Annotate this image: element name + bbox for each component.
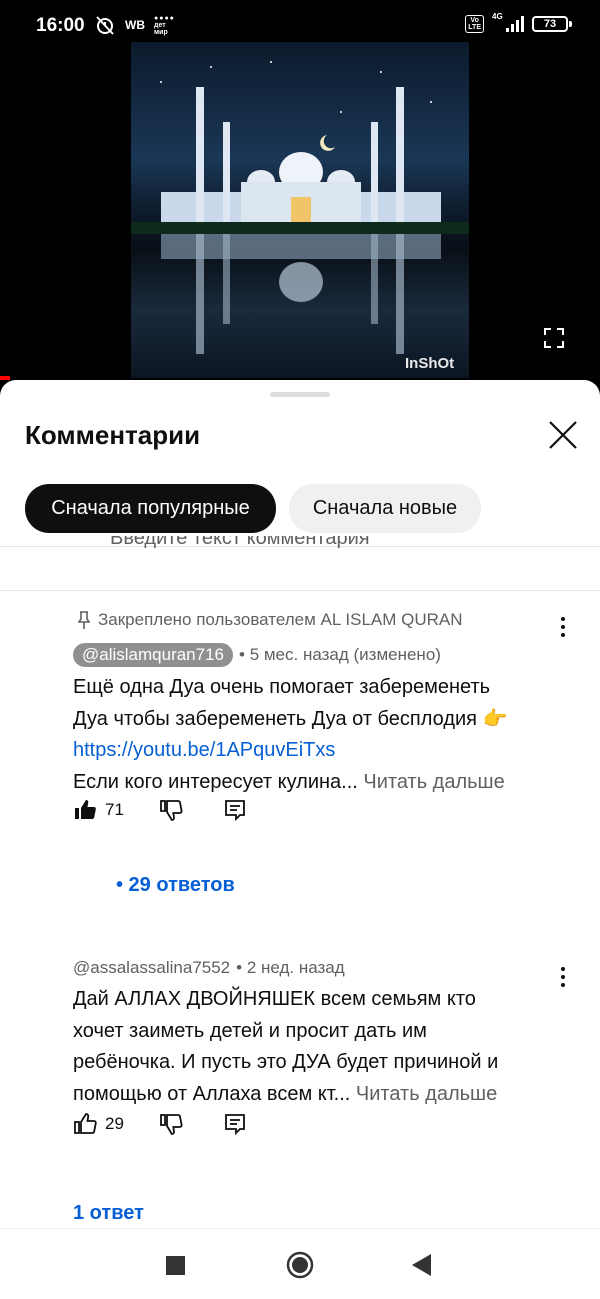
comment-meta: @alislamquran716 • 5 мес. назад (изменен…: [73, 643, 441, 667]
divider: [0, 590, 600, 591]
reply-icon[interactable]: [223, 798, 247, 822]
close-icon: [549, 421, 577, 449]
video-thumbnail: InShOt: [131, 42, 469, 378]
video-player[interactable]: InShOt: [0, 42, 600, 380]
comment-text: Дай АЛЛАХ ДВОЙНЯШЕК всем семьям кто хоче…: [73, 984, 563, 1110]
comment-text-line: хочет заиметь детей и просит дать им: [73, 1019, 427, 1042]
like-filled-icon[interactable]: [73, 798, 97, 822]
volte-text-1: Vo: [470, 17, 479, 24]
comment-text-line: Если кого интересует кулина...: [73, 770, 358, 793]
system-nav-bar: [0, 1228, 600, 1299]
detmir-text-1: дет: [154, 21, 166, 29]
comment-text-line: помощью от Аллаха всем кт...: [73, 1082, 351, 1105]
comment-text: Ещё одна Дуа очень помогает забеременеть…: [73, 672, 563, 798]
read-more-button[interactable]: Читать дальше: [363, 771, 504, 793]
like-icon[interactable]: [73, 1112, 97, 1136]
network-type: 4G: [492, 12, 503, 21]
battery-icon: 73: [532, 16, 572, 32]
close-button[interactable]: [544, 416, 582, 454]
reply-icon[interactable]: [223, 1112, 247, 1136]
comment-input-placeholder: Введите текст комментария: [110, 536, 370, 549]
comment-menu-button[interactable]: [553, 614, 573, 640]
like-count: 29: [105, 1114, 124, 1133]
comment-text-line: Дуа чтобы забеременеть Дуа от бесплодия …: [73, 707, 508, 730]
pinned-label: Закреплено пользователем AL ISLAM QURAN: [78, 610, 463, 630]
filter-popular-chip[interactable]: Сначала популярные: [25, 484, 276, 533]
pinned-text: Закреплено пользователем AL ISLAM QURAN: [98, 610, 463, 629]
comment-author[interactable]: @alislamquran716: [73, 643, 234, 667]
pin-icon: [78, 611, 90, 629]
video-progress-bar[interactable]: [0, 376, 10, 380]
replies-button[interactable]: • 29 ответов: [116, 874, 235, 897]
dislike-icon[interactable]: [159, 798, 183, 822]
wb-app-icon: WB: [125, 18, 145, 32]
comment-author[interactable]: @assalassalina7552: [73, 958, 230, 978]
comments-sheet: Комментарии Сначала популярные Сначала н…: [0, 380, 600, 1299]
recents-icon[interactable]: [166, 1256, 185, 1275]
comment-time: • 5 мес. назад (изменено): [239, 645, 441, 664]
comment-meta: @assalassalina7552 • 2 нед. назад: [73, 958, 345, 978]
detmir-app-icon: ●●●● дет мир: [154, 14, 175, 36]
comment-input[interactable]: Введите текст комментария: [110, 536, 370, 556]
comment-text-line: ребёночка. И пусть это ДУА будет причино…: [73, 1051, 499, 1073]
status-right-icons: Vo LTE 4G 73: [465, 12, 572, 33]
comment-text-line: Ещё одна Дуа очень помогает забеременеть: [73, 676, 491, 698]
comment-actions: 71: [73, 796, 247, 824]
alarm-off-icon: [96, 16, 114, 35]
dislike-icon[interactable]: [159, 1112, 183, 1136]
back-icon[interactable]: [412, 1254, 432, 1276]
drag-handle[interactable]: [270, 392, 330, 397]
filter-newest-chip[interactable]: Сначала новые: [289, 484, 481, 533]
replies-button[interactable]: 1 ответ: [73, 1202, 144, 1225]
comment-text-line: Дай АЛЛАХ ДВОЙНЯШЕК всем семьям кто: [73, 988, 476, 1010]
status-time: 16:00: [36, 15, 85, 36]
volte-icon: Vo LTE: [465, 15, 484, 33]
signal-icon: 4G: [492, 12, 524, 32]
video-watermark: InShOt: [405, 355, 454, 372]
comment-link[interactable]: https://youtu.be/1APquvEiTxs: [73, 735, 563, 767]
like-count: 71: [105, 800, 124, 819]
home-icon[interactable]: [286, 1251, 314, 1279]
status-left-icons: WB ●●●● дет мир: [94, 14, 176, 36]
comments-title: Комментарии: [25, 420, 201, 450]
comment-actions: 29: [73, 1110, 247, 1138]
mosque-illustration: InShOt: [131, 61, 469, 372]
detmir-text-2: мир: [154, 28, 168, 36]
fullscreen-icon[interactable]: [544, 328, 564, 348]
volte-text-2: LTE: [468, 24, 481, 31]
read-more-button[interactable]: Читать дальше: [356, 1083, 497, 1105]
comment-time: • 2 нед. назад: [236, 958, 345, 977]
